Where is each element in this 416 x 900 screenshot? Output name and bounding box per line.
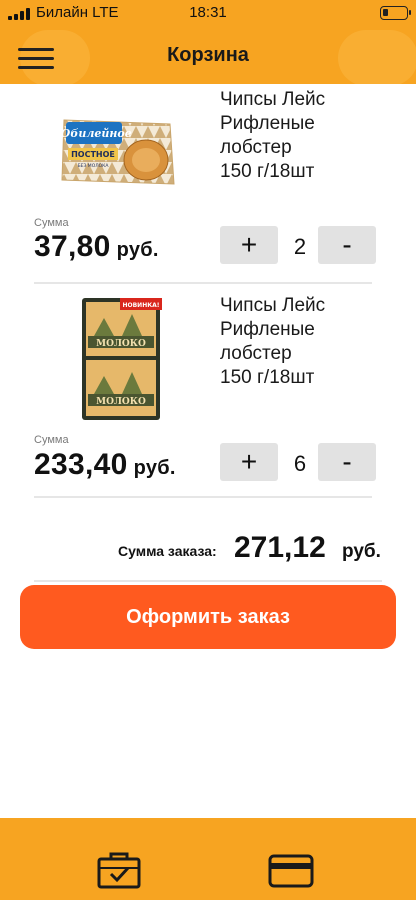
bottom-tab-bar: [0, 818, 416, 900]
package-text: МОЛОКО: [96, 339, 146, 349]
item-quantity: 6: [293, 451, 307, 476]
tab-orders[interactable]: [96, 850, 142, 890]
package-note: БЕЗ МОЛОКА: [78, 163, 110, 169]
status-bar: Билайн LTE 18:31: [0, 0, 416, 28]
order-total-label: Сумма заказа:: [118, 543, 217, 559]
app-header: Билайн LTE 18:31 Корзина: [0, 0, 416, 84]
package-variant: ПОСТНОЕ: [71, 150, 115, 159]
order-total-value: 271,12: [234, 531, 326, 564]
cart-item: Юбилейное ПОСТНОЕ БЕЗ МОЛОКА Чипсы Лейс …: [0, 84, 416, 294]
sum-label: Сумма: [34, 217, 69, 229]
product-image: Юбилейное ПОСТНОЕ БЕЗ МОЛОКА: [55, 114, 176, 190]
package-text: МОЛОКО: [96, 397, 146, 407]
increase-quantity-button[interactable]: +: [220, 226, 278, 264]
credit-card-icon: [268, 854, 314, 888]
product-image: НОВИНКА! МОЛОКО МОЛОКО: [80, 296, 164, 424]
decrease-quantity-button[interactable]: -: [318, 443, 376, 481]
item-quantity: 2: [293, 234, 307, 259]
product-name: Чипсы Лейс Рифленые лобстер 150 г/18шт: [220, 89, 326, 182]
briefcase-check-icon: [97, 852, 141, 889]
divider: [34, 580, 382, 582]
sum-label: Сумма: [34, 434, 69, 446]
checkout-button[interactable]: Оформить заказ: [20, 585, 396, 649]
order-total-currency: руб.: [342, 541, 381, 562]
clock: 18:31: [189, 4, 227, 21]
divider: [34, 282, 372, 284]
item-price: 37,80 руб.: [34, 230, 159, 263]
decrease-quantity-button[interactable]: -: [318, 226, 376, 264]
cart-item: НОВИНКА! МОЛОКО МОЛОКО Чипсы Лейс Рифлен…: [0, 294, 416, 504]
product-name: Чипсы Лейс Рифленые лобстер 150 г/18шт: [220, 295, 326, 388]
tab-payment[interactable]: [268, 850, 314, 890]
battery-icon: [380, 6, 411, 20]
package-brand: Юбилейное: [58, 127, 132, 140]
divider: [34, 496, 372, 498]
package-badge: НОВИНКА!: [122, 302, 159, 309]
increase-quantity-button[interactable]: +: [220, 443, 278, 481]
item-price: 233,40 руб.: [34, 448, 176, 481]
page-title: Корзина: [167, 44, 249, 66]
